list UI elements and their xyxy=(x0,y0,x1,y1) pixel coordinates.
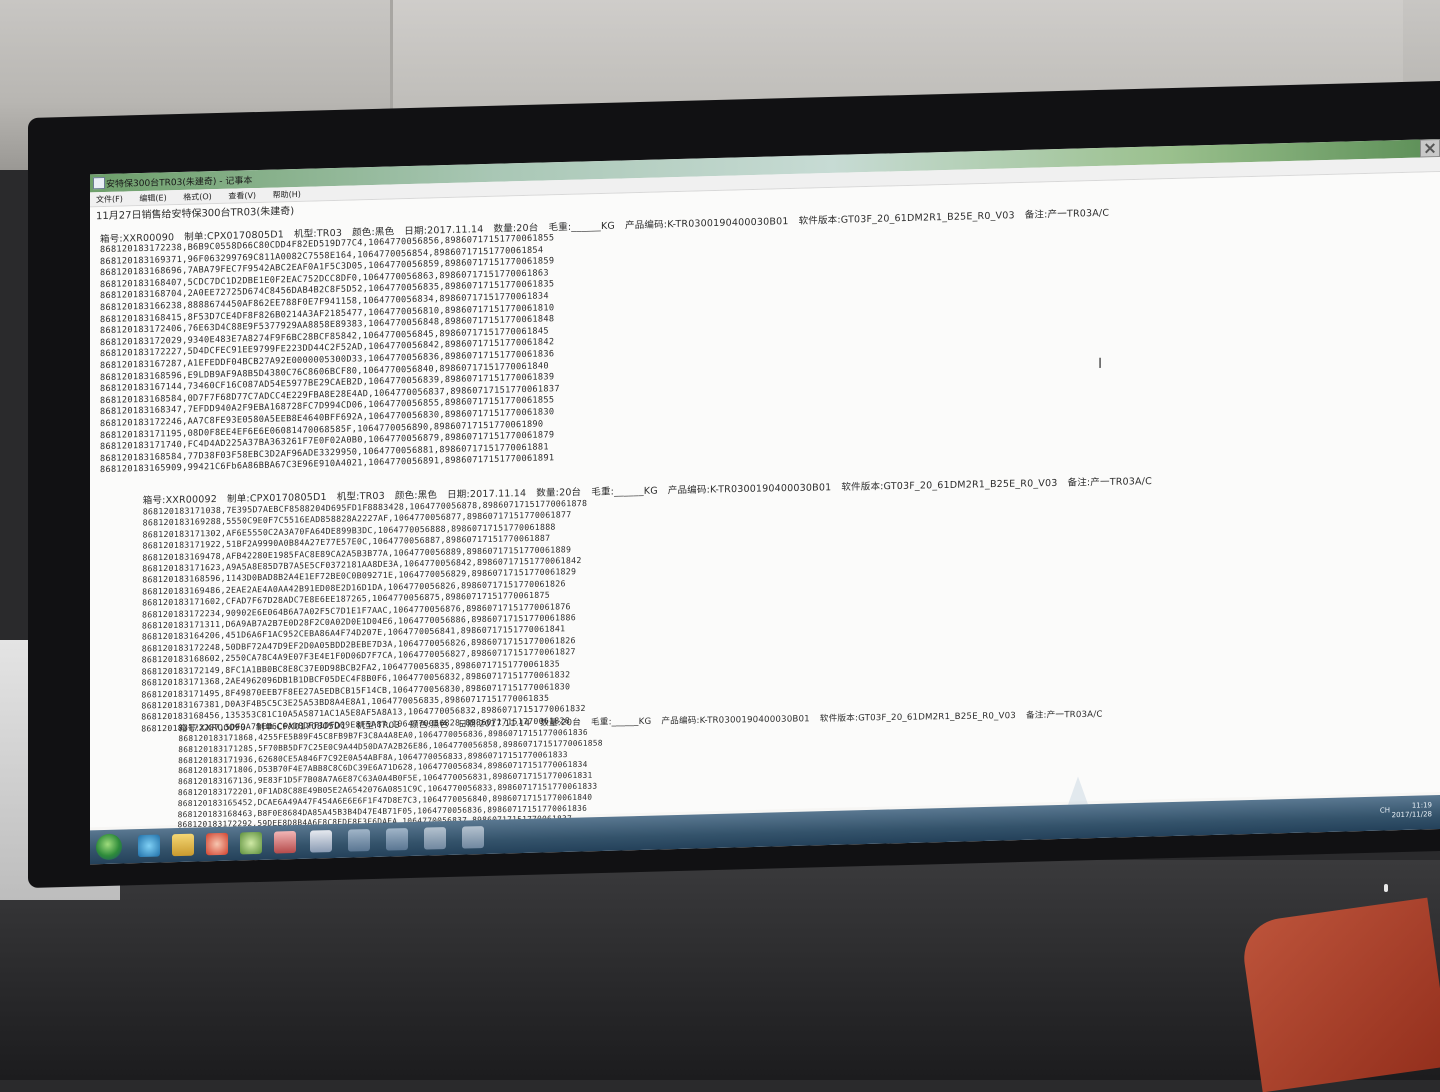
close-button[interactable] xyxy=(1420,139,1440,158)
header-field: 机型:TR03 xyxy=(356,720,401,732)
header-field: 备注:产一TR03A/C xyxy=(1067,476,1152,489)
clock-date: 2017/11/28 xyxy=(1391,810,1432,820)
start-button[interactable] xyxy=(96,833,122,861)
menu-view[interactable]: 查看(V) xyxy=(228,190,256,202)
app-icon[interactable] xyxy=(240,831,262,855)
mouse-cursor-icon: I xyxy=(1098,355,1103,372)
carton-block: 箱号:XXR00090 制单:CPX0170805D1 机型:TR03 颜色:黑色 日期… xyxy=(100,204,1119,477)
header-field: 颜色:黑色 xyxy=(409,719,449,731)
screen: 安特保300台TR03(朱建奇) - 记事本 文件(F) 编辑(E) 格式(O)… xyxy=(90,139,1440,865)
app-icon[interactable] xyxy=(424,827,446,850)
power-indicator xyxy=(1384,884,1388,892)
folder-icon[interactable] xyxy=(172,833,194,857)
desk-surface xyxy=(0,860,1440,1080)
header-field: 毛重:______KG xyxy=(548,220,616,234)
header-field: 颜色:黑色 xyxy=(394,489,438,502)
menu-format[interactable]: 格式(O) xyxy=(183,191,212,203)
header-field: 备注:产一TR03A/C xyxy=(1024,207,1110,221)
notepad-task-icon[interactable] xyxy=(310,830,332,853)
menu-file[interactable]: 文件(F) xyxy=(96,194,123,206)
ie-icon[interactable] xyxy=(138,834,160,858)
monitor: 安特保300台TR03(朱建奇) - 记事本 文件(F) 编辑(E) 格式(O)… xyxy=(28,81,1440,888)
header-field: 数量:20台 xyxy=(540,717,582,729)
carton-block: 箱号:XXR00092 制单:CPX0170805D1 机型:TR03 颜色:黑色 日期… xyxy=(141,473,1162,735)
header-field: 毛重:______KG xyxy=(591,485,658,498)
header-field: 数量:20台 xyxy=(536,487,582,499)
notepad-icon xyxy=(93,176,105,190)
app-icon[interactable] xyxy=(462,826,484,849)
app-icon[interactable] xyxy=(274,830,296,854)
window-title: 安特保300台TR03(朱建奇) - 记事本 xyxy=(106,176,253,190)
text-editor-area[interactable]: 11月27日销售给安特保300台TR03(朱建奇) 箱号:XXR00090 制单:… xyxy=(90,172,1440,830)
system-tray[interactable]: CH xyxy=(1380,806,1390,814)
header-field: 备注:产一TR03A/C xyxy=(1025,709,1103,721)
browser-icon[interactable] xyxy=(206,832,228,856)
menu-edit[interactable]: 编辑(E) xyxy=(139,192,166,204)
clock[interactable]: 11:19 2017/11/28 xyxy=(1392,801,1432,820)
header-field: 毛重:______KG xyxy=(590,716,652,728)
menu-help[interactable]: 帮助(H) xyxy=(273,189,301,201)
red-object xyxy=(1239,897,1440,1092)
app-icon[interactable] xyxy=(386,828,408,851)
app-icon[interactable] xyxy=(348,829,370,852)
